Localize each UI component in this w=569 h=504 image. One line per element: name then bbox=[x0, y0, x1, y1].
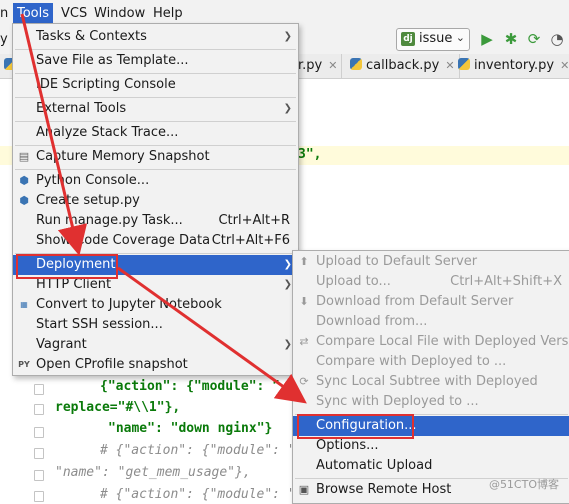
annotation-arrow bbox=[20, 13, 88, 256]
watermark: @51CTO博客 bbox=[488, 478, 559, 491]
annotation-arrows bbox=[20, 13, 307, 404]
annotation-arrow bbox=[117, 266, 307, 404]
